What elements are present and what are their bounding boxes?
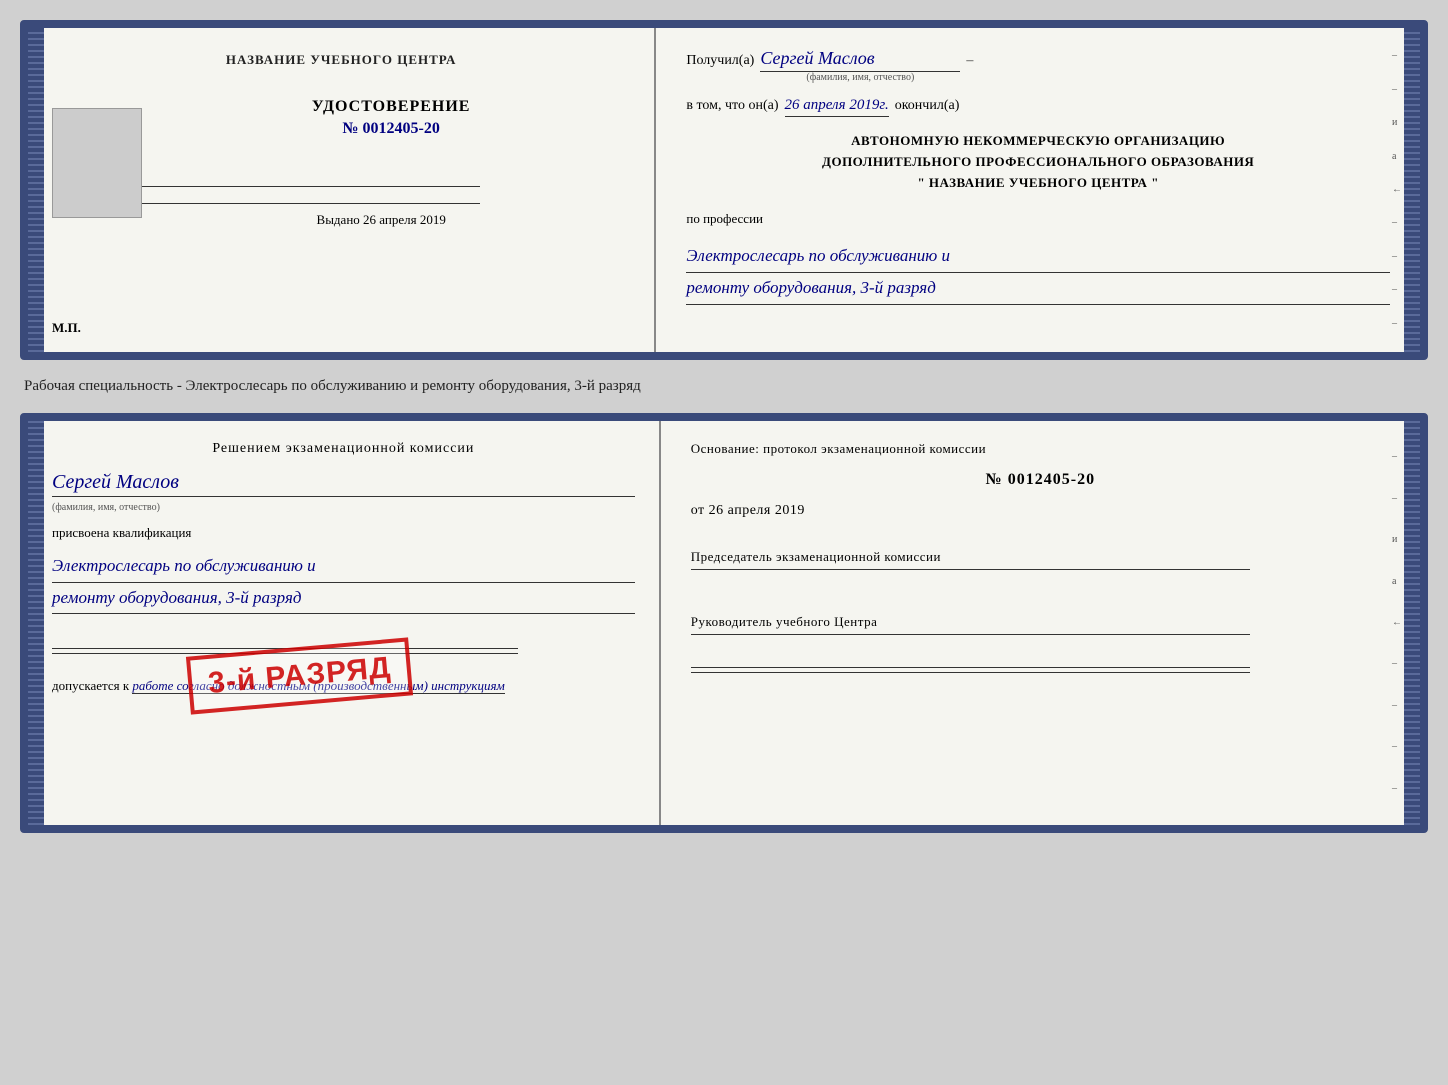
ot-date-value: 26 апреля 2019 [709, 503, 805, 518]
ot-date: от 26 апреля 2019 [691, 503, 1390, 519]
qualification-block: Электрослесарь по обслуживанию и ремонту… [52, 551, 635, 614]
org-line2: ДОПОЛНИТЕЛЬНОГО ПРОФЕССИОНАЛЬНОГО ОБРАЗО… [686, 152, 1390, 173]
dopuskaetsya-label: допускается к [52, 678, 129, 693]
udostoverenie-title: УДОСТОВЕРЕНИЕ [312, 98, 471, 116]
photo-placeholder [52, 108, 142, 218]
udostoverenie-number: № 0012405-20 [342, 120, 439, 138]
signature-line-1 [128, 186, 480, 187]
mp-label: М.П. [52, 320, 81, 336]
binding-strip-right-bottom [1404, 421, 1420, 825]
top-cert-right-panel: Получил(а) Сергей Маслов (фамилия, имя, … [656, 28, 1420, 352]
chairman-sig-line [691, 569, 1250, 570]
top-cert-left-panel: НАЗВАНИЕ УЧЕБНОГО ЦЕНТРА УДОСТОВЕРЕНИЕ №… [28, 28, 656, 352]
chairman-label: Председатель экзаменационной комиссии [691, 549, 1390, 565]
specialty-text: Рабочая специальность - Электрослесарь п… [20, 372, 1428, 401]
vydano-row: Выдано 26 апреля 2019 [317, 212, 446, 228]
person-name: Сергей Маслов [52, 471, 635, 497]
rukovoditel-label: Руководитель учебного Центра [691, 614, 1390, 630]
vtom-row: в том, что он(а) 26 апреля 2019г. окончи… [686, 97, 1390, 117]
bottom-cert-right-panel: Основание: протокол экзаменационной коми… [661, 421, 1420, 825]
profession-block: Электрослесарь по обслуживанию и ремонту… [686, 241, 1390, 304]
person-name-block: Сергей Маслов (фамилия, имя, отчество) [52, 467, 635, 515]
binding-strip-right-top [1404, 28, 1420, 352]
qualification-line2: ремонту оборудования, 3-й разряд [52, 583, 635, 615]
bottom-certificate: Решением экзаменационной комиссии Сергей… [20, 413, 1428, 833]
profession-line2: ремонту оборудования, 3-й разряд [686, 273, 1390, 305]
ot-label: от [691, 503, 705, 518]
bottom-fio-sub: (фамилия, имя, отчество) [52, 502, 160, 513]
rukovoditel-block: Руководитель учебного Центра [691, 604, 1390, 639]
org-line1: АВТОНОМНУЮ НЕКОММЕРЧЕСКУЮ ОРГАНИЗАЦИЮ [686, 131, 1390, 152]
fio-sublabel: (фамилия, имя, отчество) [806, 72, 914, 83]
document-container: НАЗВАНИЕ УЧЕБНОГО ЦЕНТРА УДОСТОВЕРЕНИЕ №… [20, 20, 1428, 833]
poluchil-label: Получил(а) [686, 53, 754, 69]
protocol-number: № 0012405-20 [691, 471, 1390, 489]
org-block: АВТОНОМНУЮ НЕКОММЕРЧЕСКУЮ ОРГАНИЗАЦИЮ ДО… [686, 131, 1390, 193]
dash: – [966, 53, 973, 69]
poluchil-row: Получил(а) Сергей Маслов (фамилия, имя, … [686, 48, 1390, 83]
osnovaniye-text: Основание: протокол экзаменационной коми… [691, 441, 1390, 457]
vtom-date: 26 апреля 2019г. [785, 97, 889, 117]
sig-line-right-1: Председатель экзаменационной комиссии [691, 541, 1390, 574]
prisvoena-label: присвоена квалификация [52, 525, 635, 541]
resheniem-title: Решением экзаменационной комиссии [52, 441, 635, 457]
rukovoditel-sig-line [691, 634, 1250, 635]
extra-sig-line-2 [691, 672, 1250, 673]
qualification-line1: Электрослесарь по обслуживанию и [52, 551, 635, 583]
vydano-label: Выдано [317, 212, 360, 227]
org-line3: " НАЗВАНИЕ УЧЕБНОГО ЦЕНТРА " [686, 173, 1390, 194]
top-cert-header: НАЗВАНИЕ УЧЕБНОГО ЦЕНТРА [226, 52, 457, 68]
signature-line-2 [128, 203, 480, 204]
vydano-date: 26 апреля 2019 [363, 212, 446, 227]
vtom-label: в том, что он(а) [686, 98, 778, 114]
top-certificate: НАЗВАНИЕ УЧЕБНОГО ЦЕНТРА УДОСТОВЕРЕНИЕ №… [20, 20, 1428, 360]
extra-sig-line-1 [691, 667, 1250, 668]
po-professii-label: по профессии [686, 211, 1390, 227]
extra-sig-lines [691, 663, 1390, 677]
poluchil-name: Сергей Маслов [760, 48, 960, 72]
profession-line1: Электрослесарь по обслуживанию и [686, 241, 1390, 273]
bottom-cert-left-panel: Решением экзаменационной комиссии Сергей… [28, 421, 661, 825]
okonchil-label: окончил(а) [895, 98, 960, 114]
